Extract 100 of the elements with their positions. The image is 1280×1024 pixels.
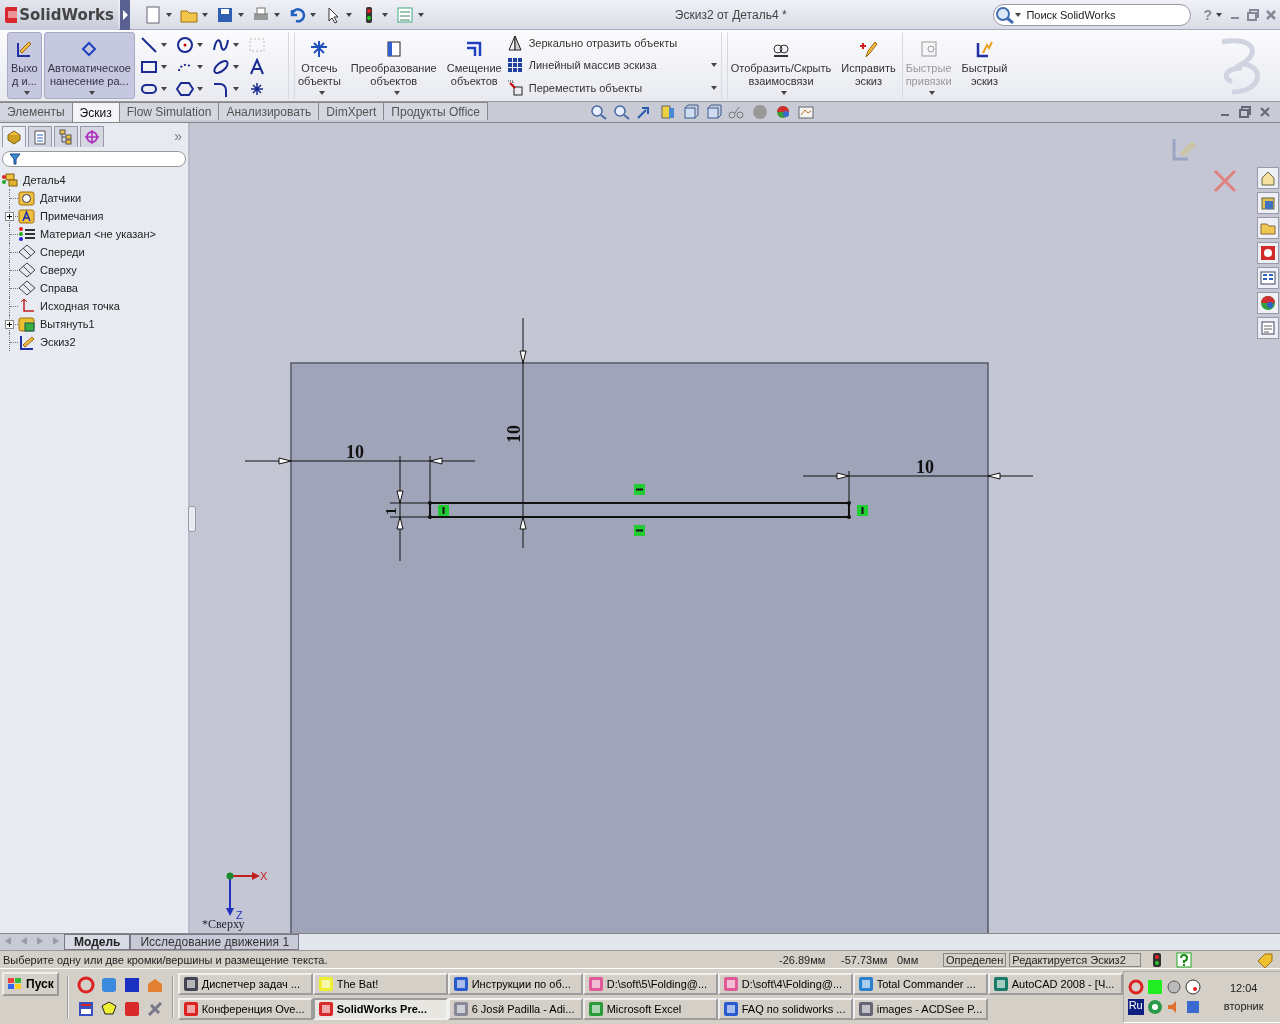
- ribbon-button[interactable]: Быстрый эскиз: [957, 32, 1012, 99]
- quick-launch-icon[interactable]: [99, 999, 118, 1018]
- view-orientation-icon[interactable]: [682, 104, 700, 120]
- custom-properties-tab[interactable]: [1256, 317, 1279, 339]
- search-icon[interactable]: [995, 5, 1016, 24]
- model-tab[interactable]: Модель: [64, 934, 131, 950]
- taskbar-button[interactable]: SolidWorks Pre...: [312, 998, 448, 1020]
- dropdown-caret-icon[interactable]: [1216, 12, 1222, 17]
- dropdown-caret-icon[interactable]: [393, 91, 400, 95]
- vertical-relation-icon[interactable]: [857, 505, 868, 516]
- expand-toggle[interactable]: [5, 320, 14, 329]
- ribbon-button[interactable]: Зеркально отразить объекты: [506, 35, 678, 52]
- menu-arrow-icon[interactable]: [120, 0, 130, 30]
- quick-launch-icon[interactable]: [76, 999, 95, 1018]
- close-icon[interactable]: [1264, 7, 1278, 22]
- home-tab[interactable]: [1256, 167, 1279, 189]
- tree-item[interactable]: Исходная точка: [18, 297, 120, 315]
- library-tab[interactable]: [1256, 192, 1279, 214]
- appearances-tab[interactable]: [1256, 292, 1279, 314]
- dropdown-caret-icon[interactable]: [238, 12, 244, 17]
- taskbar-button[interactable]: images - ACDSee P...: [852, 998, 988, 1020]
- taskbar-button[interactable]: D:\soft\4\Folding@...: [717, 973, 853, 995]
- taskbar-button[interactable]: Microsoft Excel: [582, 998, 718, 1020]
- tree-item[interactable]: Эскиз2: [18, 333, 76, 351]
- model-tab[interactable]: Исследование движения 1: [130, 934, 300, 950]
- taskbar-button[interactable]: Конференция Ove...: [177, 998, 313, 1020]
- tree-item[interactable]: Сверху: [18, 261, 77, 279]
- view-palette-tab[interactable]: [1256, 267, 1279, 289]
- dropdown-caret-icon[interactable]: [196, 43, 203, 47]
- ribbon-tab[interactable]: Flow Simulation: [118, 102, 220, 120]
- dropdown-caret-icon[interactable]: [382, 12, 388, 17]
- dropdown-caret-icon[interactable]: [319, 91, 326, 95]
- dropdown-caret-icon[interactable]: [89, 91, 96, 95]
- taskbar-button[interactable]: AutoCAD 2008 - [Ч...: [987, 973, 1123, 995]
- ribbon-tab[interactable]: Элементы: [0, 102, 73, 120]
- tree-item[interactable]: Материал <не указан>: [18, 225, 156, 243]
- horizontal-relation-icon[interactable]: [634, 484, 645, 495]
- circle-tool-icon[interactable]: [175, 36, 194, 54]
- ribbon-button[interactable]: Переместить объекты: [506, 79, 643, 96]
- tree-item[interactable]: Деталь4: [0, 171, 66, 189]
- tree-item[interactable]: Спереди: [18, 243, 85, 261]
- tree-item[interactable]: Вытянуть1: [18, 315, 95, 333]
- taskbar-button[interactable]: Диспетчер задач ...: [177, 973, 313, 995]
- expand-button[interactable]: »: [174, 128, 182, 144]
- start-button[interactable]: Пуск: [2, 971, 59, 996]
- spline-tool-icon[interactable]: [211, 36, 230, 54]
- dropdown-caret-icon[interactable]: [710, 63, 717, 68]
- polygon-tool-icon[interactable]: [175, 80, 194, 98]
- view-settings-icon[interactable]: [797, 104, 815, 120]
- dropdown-caret-icon[interactable]: [418, 12, 424, 17]
- language-indicator[interactable]: Ru: [1127, 998, 1144, 1015]
- dropdown-caret-icon[interactable]: [232, 43, 239, 47]
- ribbon-tab[interactable]: Эскиз: [71, 102, 120, 122]
- feature-manager-tab[interactable]: [2, 125, 26, 147]
- ellipse-tool-icon[interactable]: [211, 58, 230, 76]
- tray-icon[interactable]: [1127, 978, 1144, 995]
- horizontal-relation-icon[interactable]: [634, 525, 645, 536]
- sketch-rectangle[interactable]: [428, 501, 851, 519]
- dropdown-caret-icon[interactable]: [310, 12, 316, 17]
- tree-item[interactable]: Примечания: [18, 207, 104, 225]
- ribbon-button[interactable]: Автоматическое нанесение ра...: [43, 32, 135, 99]
- dimension-value[interactable]: 10: [346, 442, 364, 462]
- dropdown-caret-icon[interactable]: [196, 65, 203, 69]
- ribbon-button[interactable]: Исправить эскиз: [837, 32, 900, 99]
- dimxpert-manager-tab[interactable]: [80, 125, 104, 147]
- dimension-value[interactable]: 1: [383, 507, 399, 515]
- configuration-manager-tab[interactable]: [54, 125, 78, 147]
- taskbar-button[interactable]: The Bat!: [312, 973, 448, 995]
- tree-item[interactable]: Датчики: [18, 189, 82, 207]
- ribbon-tab[interactable]: DimXpert: [318, 102, 385, 120]
- help-icon[interactable]: [1176, 951, 1193, 968]
- vertical-relation-icon[interactable]: [438, 505, 449, 516]
- tree-item[interactable]: Справа: [18, 279, 78, 297]
- dropdown-caret-icon[interactable]: [196, 87, 203, 91]
- restore-icon[interactable]: [1238, 105, 1252, 119]
- taskbar-button[interactable]: D:\soft\5\Folding@...: [582, 973, 718, 995]
- ribbon-button[interactable]: Выхо д и...: [7, 32, 42, 99]
- app-logo[interactable]: SolidWorks: [0, 0, 118, 30]
- filter-field[interactable]: [2, 151, 186, 167]
- dropdown-caret-icon[interactable]: [166, 12, 172, 17]
- dimension-value[interactable]: 10: [916, 457, 934, 477]
- dropdown-caret-icon[interactable]: [232, 87, 239, 91]
- dropdown-caret-icon[interactable]: [160, 87, 167, 91]
- ribbon-button[interactable]: Линейный массив эскиза: [506, 57, 657, 74]
- zoom-fit-icon[interactable]: [590, 104, 608, 120]
- panel-splitter-handle[interactable]: [188, 506, 196, 532]
- hide-show-icon[interactable]: [728, 104, 746, 120]
- close-icon[interactable]: [1258, 105, 1272, 119]
- dropdown-caret-icon[interactable]: [24, 91, 31, 95]
- tray-icon[interactable]: [1165, 978, 1182, 995]
- quick-launch-icon[interactable]: [122, 975, 141, 994]
- dropdown-caret-icon[interactable]: [160, 43, 167, 47]
- ribbon-button[interactable]: Отсечь объекты: [293, 32, 345, 99]
- tray-icon[interactable]: [1184, 998, 1201, 1015]
- ribbon-button[interactable]: Смещение объектов: [442, 32, 506, 99]
- property-manager-tab[interactable]: [28, 125, 52, 147]
- taskbar-button[interactable]: Инструкции по об...: [447, 973, 583, 995]
- taskbar-button[interactable]: 6 Josй Padilla - Adi...: [447, 998, 583, 1020]
- dropdown-caret-icon[interactable]: [232, 65, 239, 69]
- taskbar-button[interactable]: Total Commander ...: [852, 973, 988, 995]
